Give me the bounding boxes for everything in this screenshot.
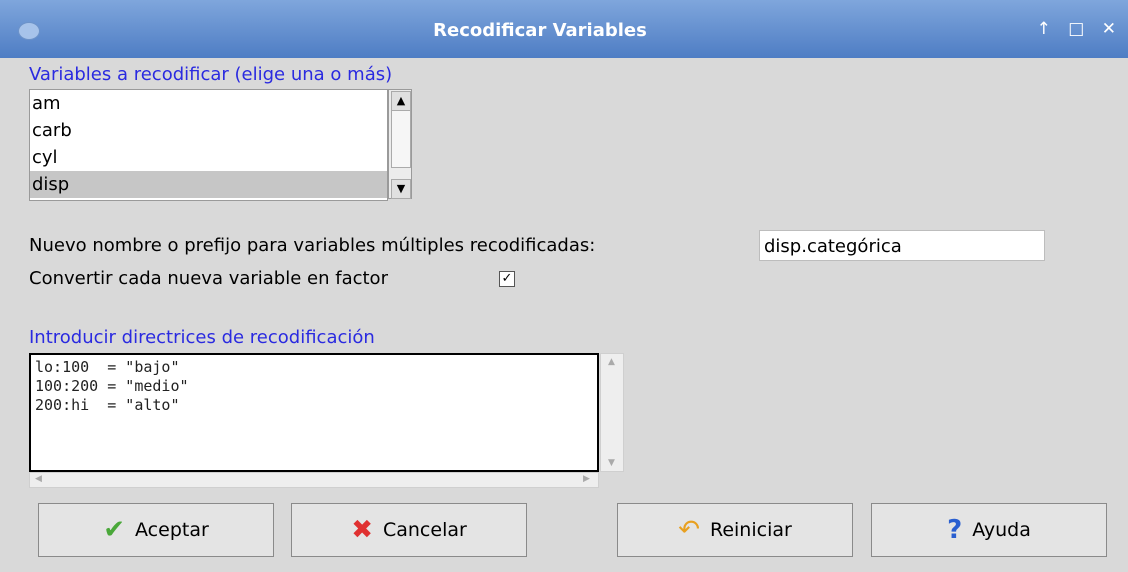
directive-line: 100:200 = "medio" bbox=[35, 377, 189, 395]
scroll-thumb[interactable] bbox=[391, 110, 411, 168]
scroll-left-icon[interactable]: ◀ bbox=[35, 474, 42, 484]
editor-vertical-scrollbar[interactable]: ▲ ▼ bbox=[600, 353, 624, 472]
x-icon: ✖ bbox=[351, 515, 373, 545]
question-mark-icon: ? bbox=[947, 515, 963, 545]
editor-horizontal-scrollbar[interactable]: ◀ ▶ bbox=[29, 472, 599, 488]
close-icon[interactable]: ✕ bbox=[1102, 19, 1116, 39]
ok-label: Aceptar bbox=[135, 519, 209, 541]
ok-button[interactable]: ✔ Aceptar bbox=[38, 503, 274, 557]
checkmark-icon: ✔ bbox=[103, 515, 126, 545]
variables-listbox[interactable]: am carb cyl disp bbox=[29, 89, 388, 201]
directive-line: 200:hi = "alto" bbox=[35, 396, 180, 414]
undo-arrow-icon: ↶ bbox=[678, 515, 700, 545]
help-button[interactable]: ? Ayuda bbox=[871, 503, 1107, 557]
reset-button[interactable]: ↶ Reiniciar bbox=[617, 503, 853, 557]
scroll-right-icon[interactable]: ▶ bbox=[583, 474, 590, 484]
list-item-carb[interactable]: carb bbox=[30, 117, 387, 144]
restore-icon[interactable]: □ bbox=[1068, 19, 1084, 39]
factor-checkbox[interactable]: ✓ bbox=[499, 271, 515, 287]
maximize-up-icon[interactable]: ↑ bbox=[1037, 19, 1051, 39]
help-label: Ayuda bbox=[972, 519, 1031, 541]
factor-label: Convertir cada nueva variable en factor bbox=[29, 268, 388, 289]
list-item-am[interactable]: am bbox=[30, 90, 387, 117]
variables-scrollbar[interactable]: ▲ ▼ bbox=[388, 89, 412, 199]
scroll-up-icon[interactable]: ▲ bbox=[608, 357, 615, 367]
cancel-button[interactable]: ✖ Cancelar bbox=[291, 503, 527, 557]
scroll-down-icon[interactable]: ▼ bbox=[391, 179, 411, 199]
list-item-disp[interactable]: disp bbox=[30, 171, 387, 198]
cancel-label: Cancelar bbox=[382, 519, 467, 541]
reset-label: Reiniciar bbox=[709, 519, 792, 541]
variables-label: Variables a recodificar (elige una o más… bbox=[29, 64, 393, 85]
directive-line: lo:100 = "bajo" bbox=[35, 358, 180, 376]
title-bar: Recodificar Variables ↑ □ ✕ bbox=[0, 0, 1128, 58]
window-controls: ↑ □ ✕ bbox=[1025, 19, 1116, 39]
list-item-cyl[interactable]: cyl bbox=[30, 144, 387, 171]
recode-directives-textarea[interactable]: lo:100 = "bajo" 100:200 = "medio" 200:hi =… bbox=[29, 353, 599, 472]
scroll-down-icon[interactable]: ▼ bbox=[608, 458, 615, 468]
name-field-label: Nuevo nombre o prefijo para variables mú… bbox=[29, 235, 596, 256]
new-name-input[interactable]: disp.categórica bbox=[759, 230, 1045, 261]
window-title: Recodificar Variables bbox=[433, 20, 647, 41]
scroll-up-icon[interactable]: ▲ bbox=[391, 91, 411, 111]
directives-label: Introducir directrices de recodificación bbox=[29, 327, 375, 348]
